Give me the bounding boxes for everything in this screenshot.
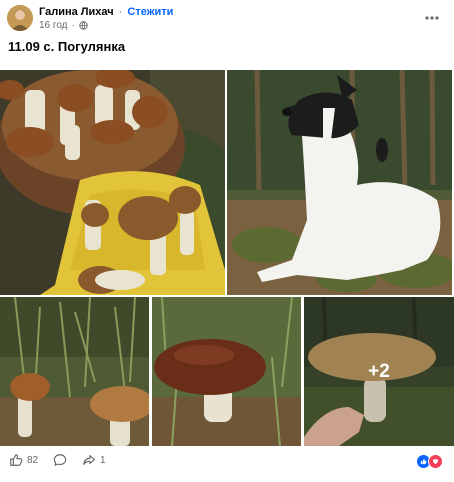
meta-separator-dot: · [71, 20, 75, 31]
reactions-summary[interactable] [416, 454, 443, 469]
avatar[interactable] [7, 5, 33, 31]
comment-icon [53, 454, 67, 466]
more-options-icon[interactable] [422, 10, 442, 26]
post-header: Галина Лихач · Стежити 16 год · [0, 0, 454, 38]
action-bar: 82 1 [0, 449, 454, 473]
like-button[interactable]: 82 [9, 453, 38, 467]
separator-dot: · [118, 6, 123, 18]
post-meta: 16 год · [39, 20, 88, 31]
mushroom-basket-photo[interactable] [0, 70, 225, 295]
post-text: 11.09 с. Погулянка [8, 39, 126, 54]
follow-button[interactable]: Стежити [127, 6, 173, 18]
share-count: 1 [100, 454, 106, 466]
like-icon [10, 454, 23, 466]
globe-icon [79, 21, 88, 30]
author-name[interactable]: Галина Лихач [39, 6, 114, 18]
share-icon [83, 455, 95, 465]
hand-holding-mushroom-photo[interactable]: +2 [304, 297, 454, 446]
more-photos-overlay[interactable]: +2 [304, 297, 454, 446]
author-line: Галина Лихач · Стежити [39, 6, 173, 18]
mushrooms-in-grass-photo[interactable] [0, 297, 149, 446]
share-button[interactable]: 1 [82, 453, 106, 467]
comment-button[interactable] [53, 453, 67, 467]
like-count: 82 [27, 454, 39, 466]
reaction-love-icon [428, 454, 443, 469]
dog-photo[interactable] [227, 70, 452, 295]
post-time[interactable]: 16 год [39, 20, 68, 31]
large-mushroom-photo[interactable] [152, 297, 301, 446]
